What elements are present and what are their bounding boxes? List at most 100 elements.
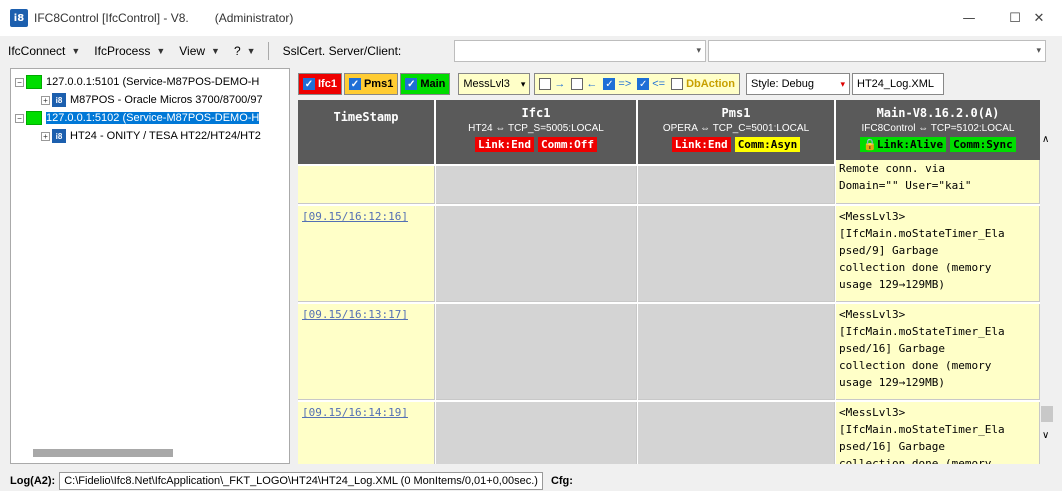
cfg-label: Cfg: bbox=[550, 474, 573, 487]
both-left-checkbox[interactable] bbox=[637, 78, 650, 90]
dbaction-checkbox[interactable] bbox=[671, 78, 684, 90]
menu-ifcconnect[interactable]: IfcConnect ▼ bbox=[0, 44, 86, 58]
checkbox-icon[interactable] bbox=[348, 78, 361, 90]
comm-status-badge: Comm:Sync bbox=[950, 137, 1016, 152]
comm-status-badge: Comm:Asyn bbox=[734, 137, 801, 152]
style-select[interactable]: Style: Debug ▾ bbox=[746, 73, 850, 95]
main-message-cell: <MessLvl3> [IfcMain.moStateTimer_Ela psed/… bbox=[836, 206, 1040, 302]
column-title: TimeStamp bbox=[333, 110, 399, 124]
minimize-button[interactable]: — bbox=[946, 0, 992, 36]
chevron-down-icon: ▾ bbox=[1036, 45, 1041, 55]
column-connection: OPERA ⇔ TCP_C=5001:LOCAL bbox=[662, 123, 810, 134]
grid-vertical-scrollbar[interactable]: ∧ ∨ bbox=[1040, 100, 1054, 464]
col-ifc1-header[interactable]: Ifc1 HT24 ⇔ TCP_S=5005:LOCAL Link:End Com… bbox=[436, 100, 636, 164]
main-message-cell: Remote conn. via Domain="" User="kai" bbox=[836, 160, 1040, 204]
main-toggle[interactable]: Main bbox=[400, 73, 451, 95]
menu-label: IfcProcess bbox=[94, 44, 151, 58]
filter-toolbar: Ifc1 Pms1 Main MessLvl3 ▾ → ← => <= DbAct… bbox=[298, 72, 946, 96]
ifc-interface-icon: i8 bbox=[52, 129, 66, 143]
collapse-icon[interactable]: − bbox=[15, 77, 24, 87]
tree-node-label: 127.0.0.1:5102 (Service-M87POS-DEMO-H bbox=[46, 112, 260, 124]
ssl-server-select[interactable]: ▾ bbox=[454, 40, 706, 62]
tree-node-label: HT24 - ONITY / TESA HT22/HT24/HT2 bbox=[70, 130, 261, 142]
timestamp-link[interactable]: [09.15/16:13:17] bbox=[298, 304, 434, 325]
message-line: [IfcMain.moStateTimer_Ela bbox=[839, 227, 1005, 240]
send-right-checkbox[interactable] bbox=[539, 78, 552, 90]
pms1-cell bbox=[638, 206, 835, 302]
tree-node-ht24[interactable]: + i8 HT24 - ONITY / TESA HT22/HT24/HT2 bbox=[41, 127, 261, 145]
ifc1-cell bbox=[436, 206, 637, 302]
tree-horizontal-scrollbar[interactable] bbox=[33, 449, 173, 457]
column-title: Main-V8.16.2.0(A) bbox=[876, 106, 1000, 120]
pms1-toggle[interactable]: Pms1 bbox=[343, 73, 399, 95]
send-left-checkbox[interactable] bbox=[571, 78, 584, 90]
tree-node-server-5101[interactable]: − 127.0.0.1:5101 (Service-M87POS-DEMO-H bbox=[15, 73, 259, 91]
message-line: <MessLvl3> bbox=[839, 406, 906, 419]
table-row[interactable]: [09.15/16:12:16] <MessLvl3> [IfcMain.moSta… bbox=[298, 206, 1054, 302]
table-row[interactable]: [09.15/16:13:17] <MessLvl3> [IfcMain.moSta… bbox=[298, 304, 1054, 400]
window-title: IFC8Control [IfcControl] - V8. (Administr… bbox=[34, 11, 293, 25]
messlvl-select[interactable]: MessLvl3 ▾ bbox=[458, 73, 531, 95]
log-path-field: C:\Fidelio\Ifc8.Net\IfcApplication\_FKT_… bbox=[59, 471, 543, 490]
scroll-thumb[interactable] bbox=[1041, 406, 1053, 422]
expand-icon[interactable]: + bbox=[41, 131, 50, 141]
dbaction-label: DbAction bbox=[686, 78, 735, 90]
arrow-right-icon: → bbox=[554, 78, 566, 90]
main-message-cell: <MessLvl3> [IfcMain.moStateTimer_Ela psed/… bbox=[836, 402, 1040, 464]
message-line: <MessLvl3> bbox=[839, 210, 906, 223]
column-title: Ifc1 bbox=[521, 106, 551, 120]
close-button[interactable]: ✕ bbox=[1016, 0, 1062, 36]
table-row[interactable]: Remote conn. via Domain="" User="kai" bbox=[298, 160, 1054, 204]
chevron-down-icon[interactable]: ∨ bbox=[1042, 430, 1049, 441]
message-line: collection done (memory bbox=[839, 359, 992, 372]
timestamp-link[interactable]: [09.15/16:12:16] bbox=[298, 206, 434, 227]
menu-ifcprocess[interactable]: IfcProcess ▼ bbox=[86, 44, 171, 58]
timestamp-link[interactable]: [09.15/16:14:19] bbox=[298, 402, 434, 423]
ifc1-toggle[interactable]: Ifc1 bbox=[298, 73, 342, 95]
column-connection: HT24 ⇔ TCP_S=5005:LOCAL bbox=[468, 123, 604, 134]
message-line: usage 129→129MB) bbox=[839, 376, 945, 389]
col-main-header[interactable]: Main-V8.16.2.0(A) IFC8Control ⇔ TCP=5102… bbox=[836, 100, 1040, 164]
tree-node-server-5102[interactable]: − 127.0.0.1:5102 (Service-M87POS-DEMO-H bbox=[15, 109, 260, 127]
col-pms1-header[interactable]: Pms1 OPERA ⇔ TCP_C=5001:LOCAL Link:End Co… bbox=[638, 100, 834, 164]
admin-label: (Administrator) bbox=[214, 11, 294, 25]
sslcert-label: SslCert. Server/Client: bbox=[282, 44, 402, 58]
style-value: Style: Debug bbox=[751, 78, 814, 90]
message-line: usage 129→129MB) bbox=[839, 278, 945, 291]
connection-tree[interactable]: − 127.0.0.1:5101 (Service-M87POS-DEMO-H … bbox=[10, 68, 290, 464]
tree-node-m87pos[interactable]: + i8 M87POS - Oracle Micros 3700/8700/97 bbox=[41, 91, 263, 109]
link-status-badge: Link:End bbox=[671, 137, 731, 152]
collapse-icon[interactable]: − bbox=[15, 113, 24, 123]
message-line: collection done (memory bbox=[839, 261, 992, 274]
menu-help[interactable]: ? ▼ bbox=[226, 44, 262, 58]
logfile-field[interactable]: HT24_Log.XML bbox=[852, 73, 944, 95]
chevron-up-icon[interactable]: ∧ bbox=[1042, 134, 1049, 145]
message-line: psed/16] Garbage bbox=[839, 440, 945, 453]
ifc8-app-icon[interactable]: i8 bbox=[10, 9, 28, 27]
pms1-cell bbox=[638, 166, 835, 204]
menu-divider bbox=[267, 42, 269, 60]
messlvl-value: MessLvl3 bbox=[463, 78, 510, 90]
table-row[interactable]: [09.15/16:14:19] <MessLvl3> [IfcMain.moSta… bbox=[298, 402, 1054, 464]
menu-view[interactable]: View ▼ bbox=[171, 44, 226, 58]
tree-node-label: 127.0.0.1:5101 (Service-M87POS-DEMO-H bbox=[46, 76, 260, 88]
status-green-icon bbox=[26, 75, 42, 89]
message-line: psed/16] Garbage bbox=[839, 342, 945, 355]
checkbox-icon[interactable] bbox=[303, 78, 315, 90]
col-timestamp-header[interactable]: TimeStamp bbox=[298, 100, 434, 164]
expand-icon[interactable]: + bbox=[41, 95, 50, 105]
checkbox-icon[interactable] bbox=[405, 78, 418, 90]
column-title: Pms1 bbox=[721, 106, 751, 120]
message-line: Remote conn. via bbox=[839, 162, 945, 175]
status-green-icon bbox=[26, 111, 42, 125]
timestamp-cell: [09.15/16:12:16] bbox=[298, 206, 435, 302]
both-right-checkbox[interactable] bbox=[603, 78, 616, 90]
message-line: psed/9] Garbage bbox=[839, 244, 939, 257]
link-status-badge: Link:End bbox=[475, 137, 534, 152]
timestamp-cell: [09.15/16:13:17] bbox=[298, 304, 435, 400]
column-connection: IFC8Control ⇔ TCP=5102:LOCAL bbox=[861, 123, 1015, 134]
timestamp-cell bbox=[298, 166, 435, 204]
chevron-down-icon: ▾ bbox=[696, 45, 701, 55]
message-line: Domain="" User="kai" bbox=[839, 179, 972, 192]
ssl-client-select[interactable]: ▾ bbox=[708, 40, 1046, 62]
